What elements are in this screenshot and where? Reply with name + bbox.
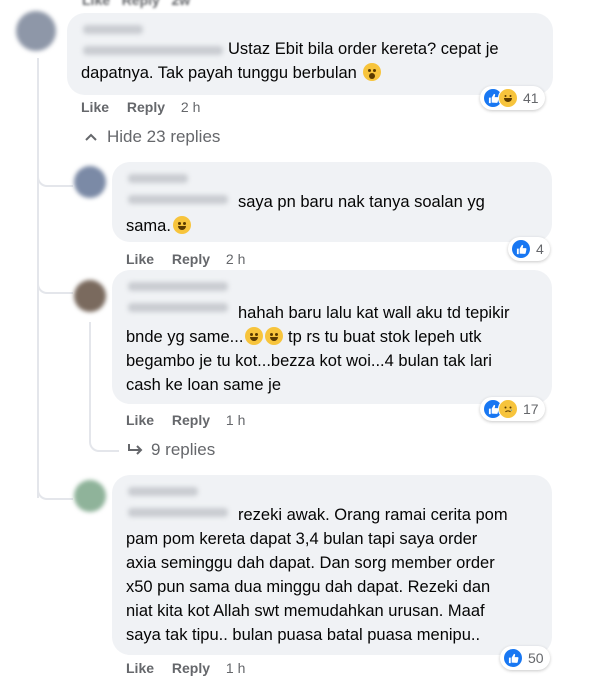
- timestamp: 2w: [171, 0, 191, 8]
- commenter-name[interactable]: [128, 174, 188, 183]
- reaction-summary[interactable]: 17: [480, 397, 545, 421]
- grinning-sweat-emoji-icon: [172, 216, 191, 234]
- comment-bubble: saya pn baru nak tanya soalan yg sama.: [112, 162, 552, 242]
- reaction-count: 41: [523, 90, 539, 106]
- comment-bubble: hahah baru lalu kat wall aku td tepikir …: [112, 270, 552, 404]
- reply-link[interactable]: Reply: [127, 99, 165, 115]
- comment-text: saya pn baru nak tanya soalan yg sama.: [126, 193, 485, 235]
- reaction-count: 4: [536, 241, 544, 257]
- reply-link[interactable]: Reply: [172, 251, 210, 267]
- reply-link[interactable]: Reply: [172, 660, 210, 676]
- timestamp[interactable]: 2 h: [181, 99, 200, 115]
- reaction-count: 50: [528, 650, 544, 666]
- chevron-up-icon: [85, 133, 97, 141]
- like-link[interactable]: Like: [126, 660, 154, 676]
- reply-link[interactable]: Reply: [122, 0, 160, 8]
- shocked-emoji-icon: [363, 63, 382, 81]
- view-replies-label: 9 replies: [151, 440, 216, 459]
- reply-arrow-icon: [128, 444, 143, 455]
- reply-connector: [37, 165, 73, 187]
- timestamp[interactable]: 2 h: [226, 251, 245, 267]
- reaction-count: 17: [523, 401, 539, 417]
- comment-bubble: rezeki awak. Orang ramai cerita pom pam …: [112, 475, 552, 655]
- like-icon: [511, 239, 531, 259]
- avatar[interactable]: [74, 480, 106, 512]
- avatar[interactable]: [74, 166, 106, 198]
- hide-replies-label: Hide 23 replies: [107, 127, 221, 146]
- comment-actions: Like Reply 1 h: [126, 660, 259, 676]
- reply-connector: [37, 478, 73, 500]
- commenter-name[interactable]: [83, 25, 143, 34]
- view-replies-button[interactable]: 9 replies: [127, 440, 215, 460]
- commenter-name[interactable]: [128, 487, 198, 496]
- timestamp[interactable]: 1 h: [226, 412, 245, 428]
- sad-icon: [498, 399, 518, 419]
- sub-thread-line: [89, 322, 91, 430]
- reaction-summary[interactable]: 41: [480, 86, 545, 110]
- like-icon: [503, 648, 523, 668]
- reply-connector: [89, 430, 119, 452]
- like-link[interactable]: Like: [81, 99, 109, 115]
- like-link[interactable]: Like: [82, 0, 110, 8]
- comment-text: Ustaz Ebit bila order kereta? cepat je d…: [81, 40, 499, 82]
- avatar[interactable]: [16, 11, 56, 51]
- reply-link[interactable]: Reply: [172, 412, 210, 428]
- laughing-emoji-icon: [265, 327, 284, 345]
- reaction-summary[interactable]: 50: [500, 646, 550, 670]
- comment-actions: Like Reply 1 h: [126, 412, 259, 428]
- haha-icon: [498, 88, 518, 108]
- comment-text: rezeki awak. Orang ramai cerita pom pam …: [126, 506, 508, 644]
- timestamp[interactable]: 1 h: [226, 660, 245, 676]
- laughing-emoji-icon: [245, 327, 264, 345]
- hide-replies-button[interactable]: Hide 23 replies: [84, 127, 220, 147]
- reply-connector: [37, 272, 73, 294]
- previous-comment-actions: Like Reply 2w: [82, 0, 190, 8]
- comment-bubble: Ustaz Ebit bila order kereta? cepat je d…: [67, 13, 553, 95]
- comment-actions: Like Reply 2 h: [126, 251, 259, 267]
- avatar[interactable]: [74, 280, 106, 312]
- comment-text: hahah baru lalu kat wall aku td tepikir …: [126, 304, 510, 394]
- like-link[interactable]: Like: [126, 251, 154, 267]
- reaction-summary[interactable]: 4: [508, 237, 550, 261]
- commenter-name[interactable]: [128, 282, 228, 291]
- comment-actions: Like Reply 2 h: [81, 99, 214, 115]
- like-link[interactable]: Like: [126, 412, 154, 428]
